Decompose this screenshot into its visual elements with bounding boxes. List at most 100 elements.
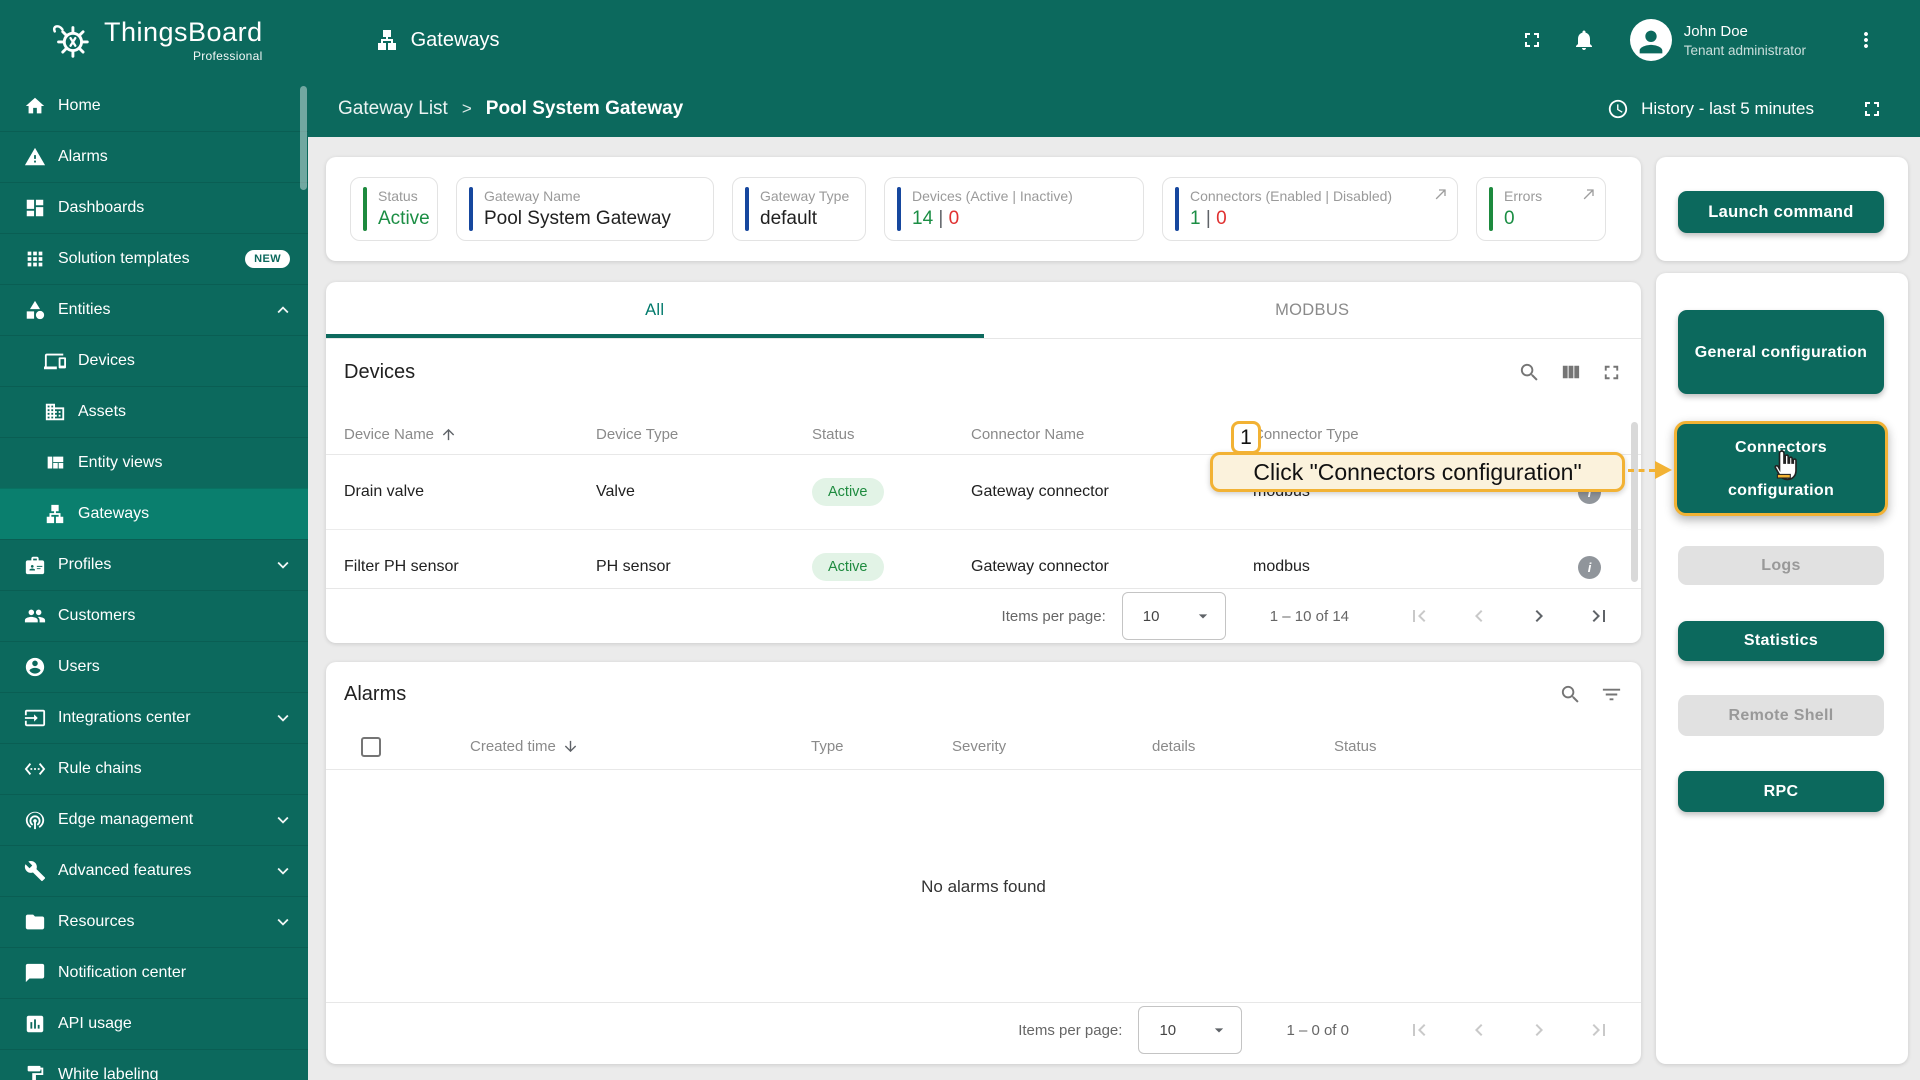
- page-size-value: 10: [1142, 607, 1160, 625]
- next-page-button[interactable]: [1527, 604, 1551, 628]
- sidebar-item-label: Users: [58, 658, 100, 675]
- sidebar-item-profiles[interactable]: Profiles: [0, 539, 308, 590]
- last-page-button[interactable]: [1587, 604, 1611, 628]
- tab-modbus[interactable]: MODBUS: [984, 282, 1642, 338]
- devices-column-device-type[interactable]: Device Type: [596, 426, 812, 443]
- devices-column-status[interactable]: Status: [812, 426, 971, 443]
- sidebar-item-white-labeling[interactable]: White labeling: [0, 1049, 308, 1080]
- card-accent-bar: [745, 187, 749, 231]
- statistics-button[interactable]: Statistics: [1678, 621, 1884, 661]
- sidebar-item-dashboards[interactable]: Dashboards: [0, 182, 308, 233]
- sidebar-item-assets[interactable]: Assets: [0, 386, 308, 437]
- dashboard-fullscreen-icon[interactable]: [1860, 97, 1884, 121]
- sidebar-item-label: Entities: [58, 301, 111, 318]
- first-page-button[interactable]: [1407, 604, 1431, 628]
- page-size-select[interactable]: 10: [1138, 1006, 1243, 1054]
- status-card-errors[interactable]: Errors 0: [1476, 177, 1606, 241]
- sidebar-item-edge-management[interactable]: Edge management: [0, 794, 308, 845]
- devices-column-connector-type[interactable]: Connector Type: [1253, 426, 1641, 443]
- device-row-filter-ph-sensor[interactable]: Filter PH sensor PH sensor Active Gatewa…: [326, 530, 1641, 588]
- sidebar-item-users[interactable]: Users: [0, 641, 308, 692]
- sidebar-item-label: Assets: [78, 403, 127, 420]
- next-page-button[interactable]: [1527, 1018, 1551, 1042]
- tab-all[interactable]: All: [326, 282, 984, 338]
- alarms-filter-icon[interactable]: [1600, 683, 1623, 706]
- thingsboard-logo[interactable]: ThingsBoard Professional: [48, 17, 263, 63]
- avatar[interactable]: [1629, 19, 1672, 61]
- card-label: Gateway Name: [484, 188, 581, 204]
- devices-icon: [44, 353, 66, 370]
- devices-search-icon[interactable]: [1518, 361, 1541, 384]
- active-tab-underline: [326, 334, 984, 338]
- more-menu-button[interactable]: [1846, 20, 1886, 60]
- first-page-button[interactable]: [1407, 1018, 1431, 1042]
- sidebar-item-resources[interactable]: Resources: [0, 896, 308, 947]
- tutorial-tooltip: Click "Connectors configuration": [1210, 452, 1625, 492]
- sidebar-item-entity-views[interactable]: Entity views: [0, 437, 308, 488]
- sidebar: Home Alarms Dashboards Solution templates NE…: [0, 80, 308, 1080]
- last-page-button[interactable]: [1587, 1018, 1611, 1042]
- status-card-connectors[interactable]: Connectors (Enabled | Disabled) 1 | 0: [1162, 177, 1458, 241]
- history-timewindow[interactable]: History - last 5 minutes: [1607, 97, 1884, 121]
- fullscreen-button[interactable]: [1512, 20, 1552, 60]
- breadcrumb-gateway-list[interactable]: Gateway List: [338, 98, 448, 120]
- more-vert-icon: [1864, 32, 1868, 48]
- page-size-value: 10: [1159, 1021, 1177, 1039]
- alarms-column-severity[interactable]: Severity: [952, 738, 1152, 755]
- sidebar-item-alarms[interactable]: Alarms: [0, 131, 308, 182]
- gateways-icon: [377, 30, 396, 50]
- remote-shell-button[interactable]: Remote Shell: [1678, 695, 1884, 736]
- sidebar-item-label: Integrations center: [58, 709, 191, 726]
- devices-column-connector-name[interactable]: Connector Name: [971, 426, 1253, 443]
- launch-command-button[interactable]: Launch command: [1678, 191, 1884, 233]
- sidebar-item-label: Customers: [58, 607, 136, 624]
- card-value: 0: [1504, 208, 1515, 229]
- columns-icon[interactable]: [1559, 361, 1582, 384]
- sidebar-item-label: Resources: [58, 913, 135, 930]
- alarms-pagination: Items per page: 10 1 – 0 of 0: [326, 1002, 1641, 1057]
- open-link-icon[interactable]: [1581, 186, 1597, 202]
- devices-column-device-name[interactable]: Device Name: [344, 426, 596, 443]
- sidebar-item-label: API usage: [58, 1015, 132, 1032]
- previous-page-button[interactable]: [1467, 604, 1491, 628]
- alarms-column-type[interactable]: Type: [811, 738, 952, 755]
- sidebar-item-rule-chains[interactable]: Rule chains: [0, 743, 308, 794]
- device-info-button[interactable]: i: [1578, 555, 1601, 579]
- card-value: Active: [378, 208, 430, 229]
- notifications-button[interactable]: [1564, 20, 1604, 60]
- bell-icon: [1575, 30, 1592, 50]
- sidebar-item-gateways[interactable]: Gateways: [0, 488, 308, 539]
- sidebar-item-solution-templates[interactable]: Solution templates NEW: [0, 233, 308, 284]
- alarms-icon: [24, 147, 46, 166]
- devices-scrollbar[interactable]: [1631, 422, 1638, 582]
- user-menu[interactable]: John Doe Tenant administrator: [1684, 23, 1806, 58]
- sidebar-item-notification-center[interactable]: Notification center: [0, 947, 308, 998]
- rpc-button[interactable]: RPC: [1678, 771, 1884, 812]
- sidebar-item-entities[interactable]: Entities: [0, 284, 308, 335]
- tutorial-step-badge: 1: [1231, 421, 1261, 454]
- alarms-column-created-time[interactable]: Created time: [470, 738, 811, 755]
- sidebar-item-integrations-center[interactable]: Integrations center: [0, 692, 308, 743]
- select-all-checkbox[interactable]: [361, 736, 381, 757]
- users-icon: [25, 657, 45, 677]
- alarms-search-icon[interactable]: [1559, 683, 1582, 706]
- alarms-column-details[interactable]: details: [1152, 738, 1334, 755]
- sidebar-scrollbar[interactable]: [300, 86, 307, 190]
- devices-title: Devices: [344, 360, 416, 383]
- sidebar-item-api-usage[interactable]: API usage: [0, 998, 308, 1049]
- sidebar-item-label: Advanced features: [58, 862, 192, 879]
- device-status-badge: Active: [812, 553, 884, 581]
- sidebar-item-devices[interactable]: Devices: [0, 335, 308, 386]
- sidebar-item-customers[interactable]: Customers: [0, 590, 308, 641]
- previous-page-button[interactable]: [1467, 1018, 1491, 1042]
- logs-button[interactable]: Logs: [1678, 546, 1884, 585]
- chevron-down-icon: [277, 561, 289, 569]
- sidebar-item-advanced-features[interactable]: Advanced features: [0, 845, 308, 896]
- sidebar-item-home[interactable]: Home: [0, 80, 308, 131]
- general-configuration-button[interactable]: General configuration: [1678, 310, 1884, 394]
- open-link-icon[interactable]: [1433, 186, 1449, 202]
- alarms-column-status[interactable]: Status: [1334, 738, 1641, 755]
- page-size-select[interactable]: 10: [1121, 592, 1226, 640]
- devices-fullscreen-icon[interactable]: [1600, 361, 1623, 384]
- page-title-label: Gateways: [410, 28, 500, 51]
